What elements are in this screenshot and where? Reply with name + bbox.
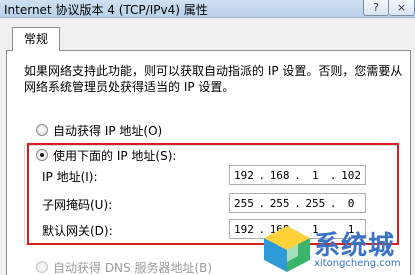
radio-auto-ip[interactable]: 自动获得 IP 地址(O)	[36, 122, 162, 138]
watermark: 系统城 xitongcheng.com	[258, 222, 415, 275]
tab-general[interactable]: 常规	[12, 27, 60, 51]
radio-auto-dns-label: 自动获得 DNS 服务器地址(B)	[53, 260, 213, 275]
watermark-text: 系统城	[314, 231, 396, 261]
radio-auto-ip-button[interactable]	[36, 124, 48, 136]
help-button[interactable]: ?	[363, 0, 389, 16]
watermark-logo-icon	[264, 226, 310, 272]
description-text: 如果网络支持此功能，则可以获取自动指派的 IP 设置。否则，您需要从网络系统管理…	[24, 64, 403, 94]
radio-auto-ip-label: 自动获得 IP 地址(O)	[53, 123, 163, 138]
watermark-url: xitongcheng.com	[314, 258, 401, 269]
radio-auto-dns-button[interactable]	[36, 261, 48, 273]
window-title: Internet 协议版本 4 (TCP/IPv4) 属性	[4, 3, 208, 17]
title-bar: Internet 协议版本 4 (TCP/IPv4) 属性 ? ×	[0, 0, 415, 18]
radio-auto-dns[interactable]: 自动获得 DNS 服务器地址(B)	[36, 259, 212, 275]
close-button[interactable]: ×	[389, 0, 415, 16]
